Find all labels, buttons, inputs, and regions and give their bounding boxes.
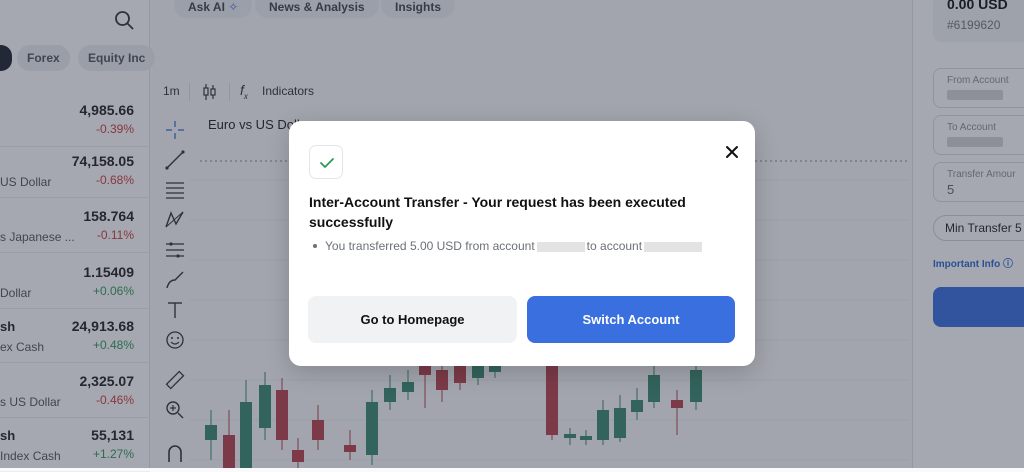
transfer-summary: You transferred 5.00 USD from account to … xyxy=(313,239,704,253)
masked-account xyxy=(536,241,585,252)
success-badge xyxy=(309,145,343,179)
bullet xyxy=(313,244,317,248)
dialog-title: Inter-Account Transfer - Your request ha… xyxy=(309,194,686,230)
summary-text-to: to account xyxy=(586,239,643,253)
summary-text: You transferred 5.00 USD from account xyxy=(325,239,535,253)
close-icon[interactable] xyxy=(722,142,742,162)
transfer-success-dialog: Inter-Account Transfer - Your request ha… xyxy=(289,121,755,366)
masked-account xyxy=(644,241,703,252)
go-to-homepage-button[interactable]: Go to Homepage xyxy=(308,296,517,343)
switch-account-button[interactable]: Switch Account xyxy=(527,296,735,343)
checkmark-icon xyxy=(320,158,334,168)
